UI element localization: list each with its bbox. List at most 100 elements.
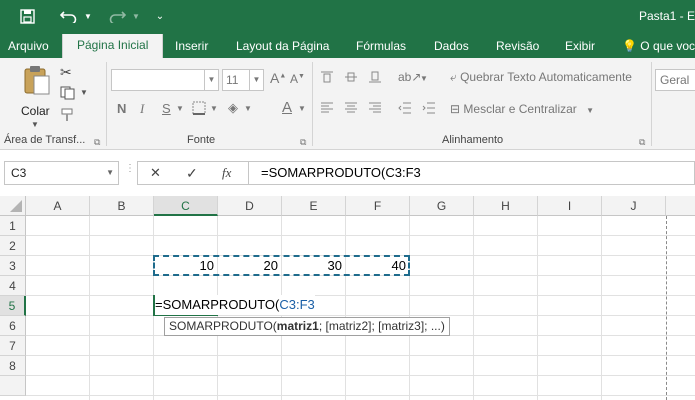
clipboard-group-label: Área de Transf... [4,134,86,146]
save-icon[interactable] [14,0,40,32]
group-separator [651,62,652,146]
worksheet-grid[interactable]: A B C D E F G H I J 1 2 3 4 5 6 7 8 10 2… [0,196,695,400]
font-launcher-icon[interactable]: ⧉ [300,137,306,148]
borders-icon[interactable] [192,101,206,118]
row-header-8[interactable]: 8 [0,356,26,376]
font-size-combobox[interactable]: 11 ▼ [222,69,264,91]
tab-exibir[interactable]: Exibir [565,36,595,58]
edit-formula-reference: C3:F3 [279,297,315,312]
redo-icon [104,0,130,32]
tab-pagina-inicial[interactable]: Página Inicial [62,34,164,58]
undo-dropdown-icon[interactable]: ▼ [82,0,94,32]
tab-arquivo[interactable]: Arquivo [8,36,49,58]
number-format-combobox[interactable]: Geral [655,69,695,91]
increase-indent-icon[interactable] [422,102,436,117]
column-header-i[interactable]: I [538,196,602,216]
enter-button[interactable]: ✓ [186,165,198,182]
tell-me-label: O que você [640,39,695,53]
fill-color-dropdown-icon[interactable]: ▼ [244,104,252,113]
undo-icon[interactable] [56,0,82,32]
number-format-value: Geral [660,73,690,87]
tab-layout-da-pagina[interactable]: Layout da Página [236,36,329,58]
wrap-text-button[interactable]: ⤶ Quebrar Texto Automaticamente [450,70,632,85]
row-header-1[interactable]: 1 [0,216,26,236]
orientation-dropdown-icon[interactable]: ▼ [420,74,428,83]
copy-icon[interactable] [60,86,76,103]
bold-button[interactable]: N [117,101,126,116]
italic-button[interactable]: I [140,101,144,117]
format-painter-icon[interactable] [60,108,76,125]
customize-qat-icon[interactable]: ⌄ [152,0,168,32]
chevron-down-icon: ▼ [249,70,263,90]
align-top-icon[interactable] [320,70,334,87]
font-group-label: Fonte [187,134,216,146]
row-header-3[interactable]: 3 [0,256,26,276]
column-header-b[interactable]: B [90,196,154,216]
font-color-dropdown-icon[interactable]: ▼ [298,104,306,113]
row-header-7[interactable]: 7 [0,336,26,356]
row-header-9[interactable] [0,376,26,396]
column-header-f[interactable]: F [346,196,410,216]
clipboard-launcher-icon[interactable]: ⧉ [94,137,100,148]
align-middle-icon[interactable] [344,70,358,87]
cancel-button[interactable]: ✕ [150,165,161,181]
column-header-c[interactable]: C [154,196,218,216]
name-box-value: C3 [11,166,27,180]
underline-button[interactable]: S [162,101,171,116]
font-color-icon[interactable]: A [282,99,292,116]
decrease-font-icon[interactable]: A▼ [290,72,305,86]
function-tooltip[interactable]: SOMARPRODUTO(matriz1; [matriz2]; [matriz… [164,317,450,336]
column-header-g[interactable]: G [410,196,474,216]
copy-dropdown-icon[interactable]: ▼ [80,88,88,97]
underline-dropdown-icon[interactable]: ▼ [176,104,184,113]
gridline [409,216,410,400]
redo-dropdown-icon: ▼ [132,11,140,21]
tab-formulas[interactable]: Fórmulas [356,36,406,58]
paste-dropdown-icon[interactable]: ▼ [31,120,39,129]
alignment-launcher-icon[interactable]: ⧉ [639,137,645,148]
gridline [26,235,695,236]
chevron-down-icon: ▼ [204,70,218,90]
column-header-d[interactable]: D [218,196,282,216]
align-bottom-icon[interactable] [368,70,382,87]
orientation-icon[interactable]: ab↗ [398,70,421,84]
cell-c5-editor[interactable]: =SOMARPRODUTO(C3:F3 [155,295,315,315]
column-header-j[interactable]: J [602,196,666,216]
column-header-k[interactable] [666,196,695,216]
row-header-5[interactable]: 5 [0,296,26,316]
title-bar: ▼ ▼ ⌄ Pasta1 - E [0,0,695,32]
fill-color-icon[interactable]: ◈ [228,100,238,116]
insert-function-button[interactable]: fx [222,165,231,181]
borders-dropdown-icon[interactable]: ▼ [210,104,218,113]
paste-label: Colar [21,104,50,118]
formula-input[interactable]: =SOMARPRODUTO(C3:F3 [249,161,695,185]
page-break-line [666,216,667,400]
ribbon-tabs: Arquivo Página Inicial Inserir Layout da… [0,32,695,58]
row-header-2[interactable]: 2 [0,236,26,256]
gridline [26,295,695,296]
formula-bar-grip-icon[interactable]: ⋮ [125,164,135,174]
column-header-e[interactable]: E [282,196,346,216]
select-all-button[interactable] [0,196,26,216]
gridline [89,216,90,400]
align-left-icon[interactable] [320,102,334,117]
row-header-6[interactable]: 6 [0,316,26,336]
clipboard-icon [24,66,50,95]
name-box[interactable]: C3 ▼ [4,161,119,185]
cut-icon[interactable]: ✂ [60,64,72,81]
tab-revisao[interactable]: Revisão [496,36,539,58]
align-center-icon[interactable] [344,102,358,117]
column-header-h[interactable]: H [474,196,538,216]
merge-dropdown-icon: ▼ [586,106,595,115]
column-header-a[interactable]: A [26,196,90,216]
row-header-4[interactable]: 4 [0,276,26,296]
merge-center-button[interactable]: ⊟ Mesclar e Centralizar ▼ [450,102,594,116]
align-right-icon[interactable] [368,102,382,117]
tell-me-search[interactable]: 💡 O que você [622,36,695,58]
paste-button[interactable]: Colar [18,64,56,120]
font-name-combobox[interactable]: ▼ [111,69,219,91]
tab-inserir[interactable]: Inserir [175,36,208,58]
tab-dados[interactable]: Dados [434,36,469,58]
decrease-indent-icon[interactable] [398,102,412,117]
increase-font-icon[interactable]: A▲ [270,70,286,86]
